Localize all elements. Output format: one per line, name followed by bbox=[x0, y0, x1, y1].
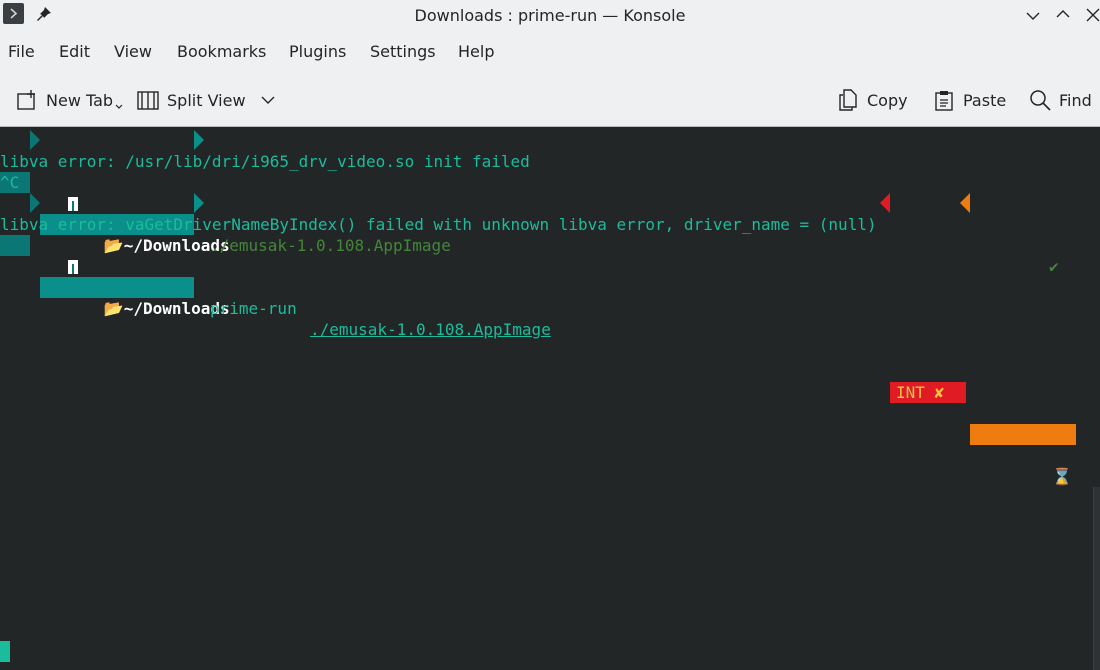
minimize-icon[interactable] bbox=[1023, 5, 1043, 25]
segment-separator bbox=[30, 130, 40, 150]
paste-label: Paste bbox=[963, 90, 1007, 110]
menu-bar: File Edit View Bookmarks Plugins Setting… bbox=[0, 38, 1100, 66]
search-icon bbox=[1030, 90, 1051, 111]
output-line-2: ^C bbox=[0, 173, 20, 192]
menu-view[interactable]: View bbox=[114, 42, 152, 61]
success-check-icon: ✔ bbox=[1049, 257, 1059, 276]
title-bar: Downloads : prime-run — Konsole bbox=[0, 0, 1100, 30]
segment-separator bbox=[30, 193, 40, 213]
split-view-icon bbox=[137, 91, 159, 110]
terminal-view[interactable]: 📂~/Downloads ./emusak-1.0.108.AppImage ✔… bbox=[0, 127, 1100, 670]
find-button[interactable]: Find bbox=[1029, 86, 1092, 114]
output-line-3: libva error: vaGetDriverNameByIndex() fa… bbox=[0, 215, 877, 234]
copy-label: Copy bbox=[867, 90, 908, 110]
new-tab-button[interactable]: New Tab bbox=[16, 86, 123, 114]
chevron-down-icon[interactable] bbox=[260, 92, 276, 108]
copy-button[interactable]: Copy bbox=[837, 86, 908, 114]
menu-bookmarks[interactable]: Bookmarks bbox=[177, 42, 266, 61]
close-icon[interactable] bbox=[1083, 5, 1100, 25]
segment-separator bbox=[194, 130, 204, 150]
menu-plugins[interactable]: Plugins bbox=[289, 42, 346, 61]
segment-separator bbox=[880, 193, 890, 213]
new-tab-icon bbox=[17, 90, 35, 110]
prompt-directory: 📂~/Downloads bbox=[40, 277, 230, 318]
manjaro-logo-icon bbox=[0, 235, 78, 274]
command-text-1: ./emusak-1.0.108.AppImage bbox=[210, 236, 451, 255]
maximize-icon[interactable] bbox=[1053, 5, 1073, 25]
elapsed-time: 2m 59s ⌛ bbox=[970, 424, 1092, 486]
interrupt-status: INT ✘ bbox=[890, 382, 966, 403]
folder-open-icon: 📂 bbox=[103, 299, 124, 318]
copy-icon bbox=[839, 89, 857, 111]
folder-open-icon: 📂 bbox=[103, 236, 124, 255]
split-view-button[interactable]: Split View bbox=[137, 86, 284, 114]
command-prefix: prime-run bbox=[210, 299, 297, 318]
segment-separator bbox=[194, 193, 204, 213]
terminal-cursor bbox=[0, 641, 10, 662]
menu-edit[interactable]: Edit bbox=[59, 42, 90, 61]
output-line-1: libva error: /usr/lib/dri/i965_drv_video… bbox=[0, 152, 530, 171]
menu-settings[interactable]: Settings bbox=[370, 42, 436, 61]
find-label: Find bbox=[1059, 90, 1092, 110]
segment-separator bbox=[960, 193, 970, 213]
hourglass-icon: ⌛ bbox=[1052, 467, 1072, 486]
scrollbar[interactable] bbox=[1093, 487, 1100, 670]
window-title: Downloads : prime-run — Konsole bbox=[414, 6, 686, 25]
prompt-line-2: 📂~/Downloads prime-run ./emusak-1.0.108.… bbox=[0, 193, 1100, 486]
split-view-label: Split View bbox=[167, 90, 246, 110]
new-tab-label: New Tab bbox=[46, 90, 114, 110]
paste-icon bbox=[935, 91, 953, 111]
menu-file[interactable]: File bbox=[8, 42, 35, 61]
paste-button[interactable]: Paste bbox=[933, 86, 1006, 114]
prompt-line-1: 📂~/Downloads ./emusak-1.0.108.AppImage ✔ bbox=[0, 130, 1100, 276]
command-argument[interactable]: ./emusak-1.0.108.AppImage bbox=[310, 319, 551, 340]
chevron-down-icon[interactable] bbox=[115, 103, 123, 111]
menu-help[interactable]: Help bbox=[458, 42, 494, 61]
toolbar: New Tab Split View Copy Paste Find bbox=[0, 80, 1100, 120]
